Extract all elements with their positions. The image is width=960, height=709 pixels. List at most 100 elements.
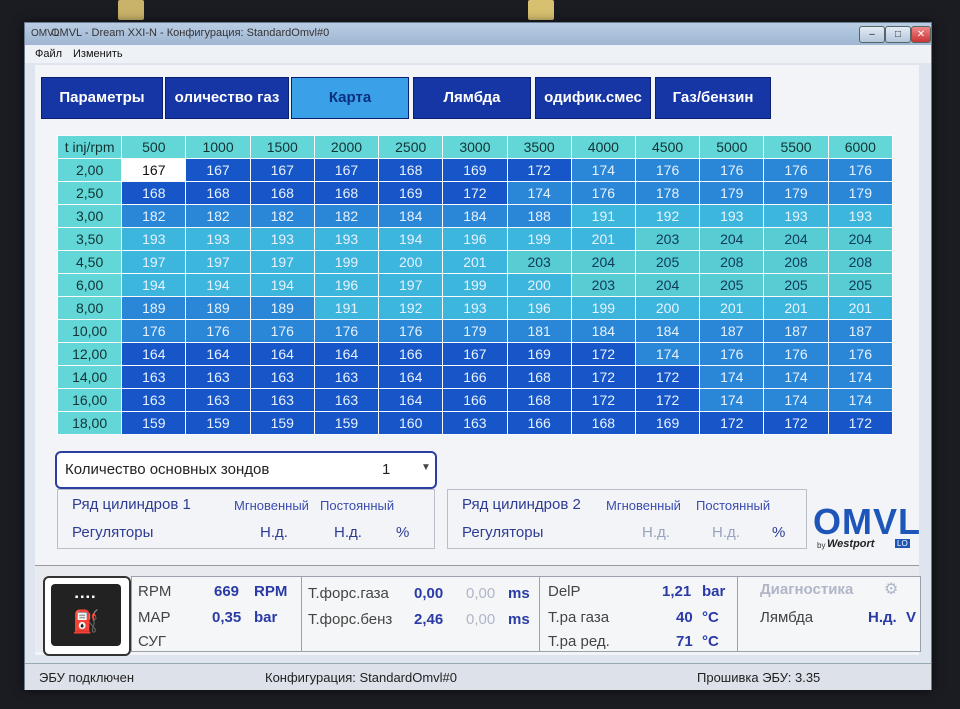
map-cell[interactable]: 168 [378,158,444,182]
map-cell[interactable]: 184 [570,319,636,343]
desktop-icon[interactable] [118,0,144,20]
map-cell[interactable]: 167 [442,342,508,366]
map-cell[interactable]: 168 [506,365,572,389]
map-cell[interactable]: 208 [763,250,829,274]
map-cell[interactable]: 176 [699,342,765,366]
map-cell[interactable]: 167 [121,158,187,182]
map-cell[interactable]: 182 [121,204,187,228]
map-cell[interactable]: 205 [763,273,829,297]
map-cell[interactable]: 167 [249,158,315,182]
map-cell[interactable]: 197 [249,250,315,274]
map-cell[interactable]: 192 [378,296,444,320]
tab-parameters[interactable]: Параметры [41,77,163,119]
map-cell[interactable]: 164 [378,388,444,412]
tab-gas-petrol[interactable]: Газ/бензин [655,77,771,119]
map-cell[interactable]: 179 [827,181,894,205]
map-cell[interactable]: 168 [121,181,187,205]
map-cell[interactable]: 205 [634,250,701,274]
map-cell[interactable]: 182 [249,204,315,228]
map-cell[interactable]: 194 [378,227,444,251]
map-cell[interactable]: 193 [185,227,251,251]
map-cell[interactable]: 168 [313,181,380,205]
map-cell[interactable]: 168 [185,181,251,205]
map-cell[interactable]: 193 [249,227,315,251]
map-cell[interactable]: 172 [634,365,701,389]
map-cell[interactable]: 176 [313,319,380,343]
map-cell[interactable]: 168 [506,388,572,412]
map-cell[interactable]: 203 [506,250,572,274]
map-cell[interactable]: 201 [442,250,508,274]
map-cell[interactable]: 188 [506,204,572,228]
map-cell[interactable]: 196 [442,227,508,251]
map-cell[interactable]: 189 [249,296,315,320]
map-cell[interactable]: 163 [121,365,187,389]
map-cell[interactable]: 172 [634,388,701,412]
close-button[interactable]: ✕ [911,26,931,43]
map-cell[interactable]: 164 [185,342,251,366]
map-cell[interactable]: 191 [570,204,636,228]
menu-edit[interactable]: Изменить [73,48,123,60]
map-cell[interactable]: 172 [570,365,636,389]
map-cell[interactable]: 193 [699,204,765,228]
map-cell[interactable]: 197 [378,273,444,297]
map-cell[interactable]: 160 [378,411,444,435]
map-cell[interactable]: 172 [763,411,829,435]
map-cell[interactable]: 204 [699,227,765,251]
map-cell[interactable]: 187 [827,319,894,343]
map-cell[interactable]: 159 [313,411,380,435]
map-cell[interactable]: 191 [313,296,380,320]
map-cell[interactable]: 197 [121,250,187,274]
map-cell[interactable]: 201 [827,296,894,320]
map-cell[interactable]: 172 [506,158,572,182]
map-cell[interactable]: 174 [570,158,636,182]
map-cell[interactable]: 199 [570,296,636,320]
map-cell[interactable]: 163 [249,365,315,389]
map-cell[interactable]: 201 [699,296,765,320]
map-cell[interactable]: 197 [185,250,251,274]
map-cell[interactable]: 163 [313,365,380,389]
map-cell[interactable]: 179 [442,319,508,343]
map-cell[interactable]: 192 [634,204,701,228]
probes-count-select[interactable]: Количество основных зондов 1 ▼ [55,451,437,489]
map-cell[interactable]: 163 [249,388,315,412]
map-cell[interactable]: 203 [634,227,701,251]
tab-mixture-modification[interactable]: одифик.смес [535,77,651,119]
map-cell[interactable]: 174 [506,181,572,205]
map-cell[interactable]: 174 [763,388,829,412]
map-cell[interactable]: 176 [378,319,444,343]
desktop-icon[interactable] [528,0,554,20]
minimize-button[interactable]: – [859,26,885,43]
map-cell[interactable]: 172 [442,181,508,205]
map-cell[interactable]: 174 [827,388,894,412]
map-cell[interactable]: 179 [763,181,829,205]
map-cell[interactable]: 176 [121,319,187,343]
map-cell[interactable]: 168 [249,181,315,205]
map-cell[interactable]: 176 [763,158,829,182]
map-cell[interactable]: 181 [506,319,572,343]
map-cell[interactable]: 196 [313,273,380,297]
map-cell[interactable]: 176 [570,181,636,205]
map-cell[interactable]: 176 [827,158,894,182]
map-cell[interactable]: 174 [699,388,765,412]
map-cell[interactable]: 204 [634,273,701,297]
map-cell[interactable]: 182 [313,204,380,228]
map-cell[interactable]: 187 [763,319,829,343]
tab-map[interactable]: Карта [291,77,409,119]
maximize-button[interactable]: □ [885,26,911,43]
map-cell[interactable]: 189 [185,296,251,320]
map-cell[interactable]: 187 [699,319,765,343]
map-cell[interactable]: 205 [827,273,894,297]
map-cell[interactable]: 166 [506,411,572,435]
map-cell[interactable]: 167 [185,158,251,182]
map-cell[interactable]: 159 [185,411,251,435]
map-cell[interactable]: 169 [378,181,444,205]
map-cell[interactable]: 184 [442,204,508,228]
map-cell[interactable]: 194 [121,273,187,297]
map-cell[interactable]: 200 [506,273,572,297]
map-cell[interactable]: 189 [121,296,187,320]
map-cell[interactable]: 163 [313,388,380,412]
map-cell[interactable]: 199 [442,273,508,297]
map-cell[interactable]: 200 [634,296,701,320]
map-cell[interactable]: 178 [634,181,701,205]
map-cell[interactable]: 176 [185,319,251,343]
